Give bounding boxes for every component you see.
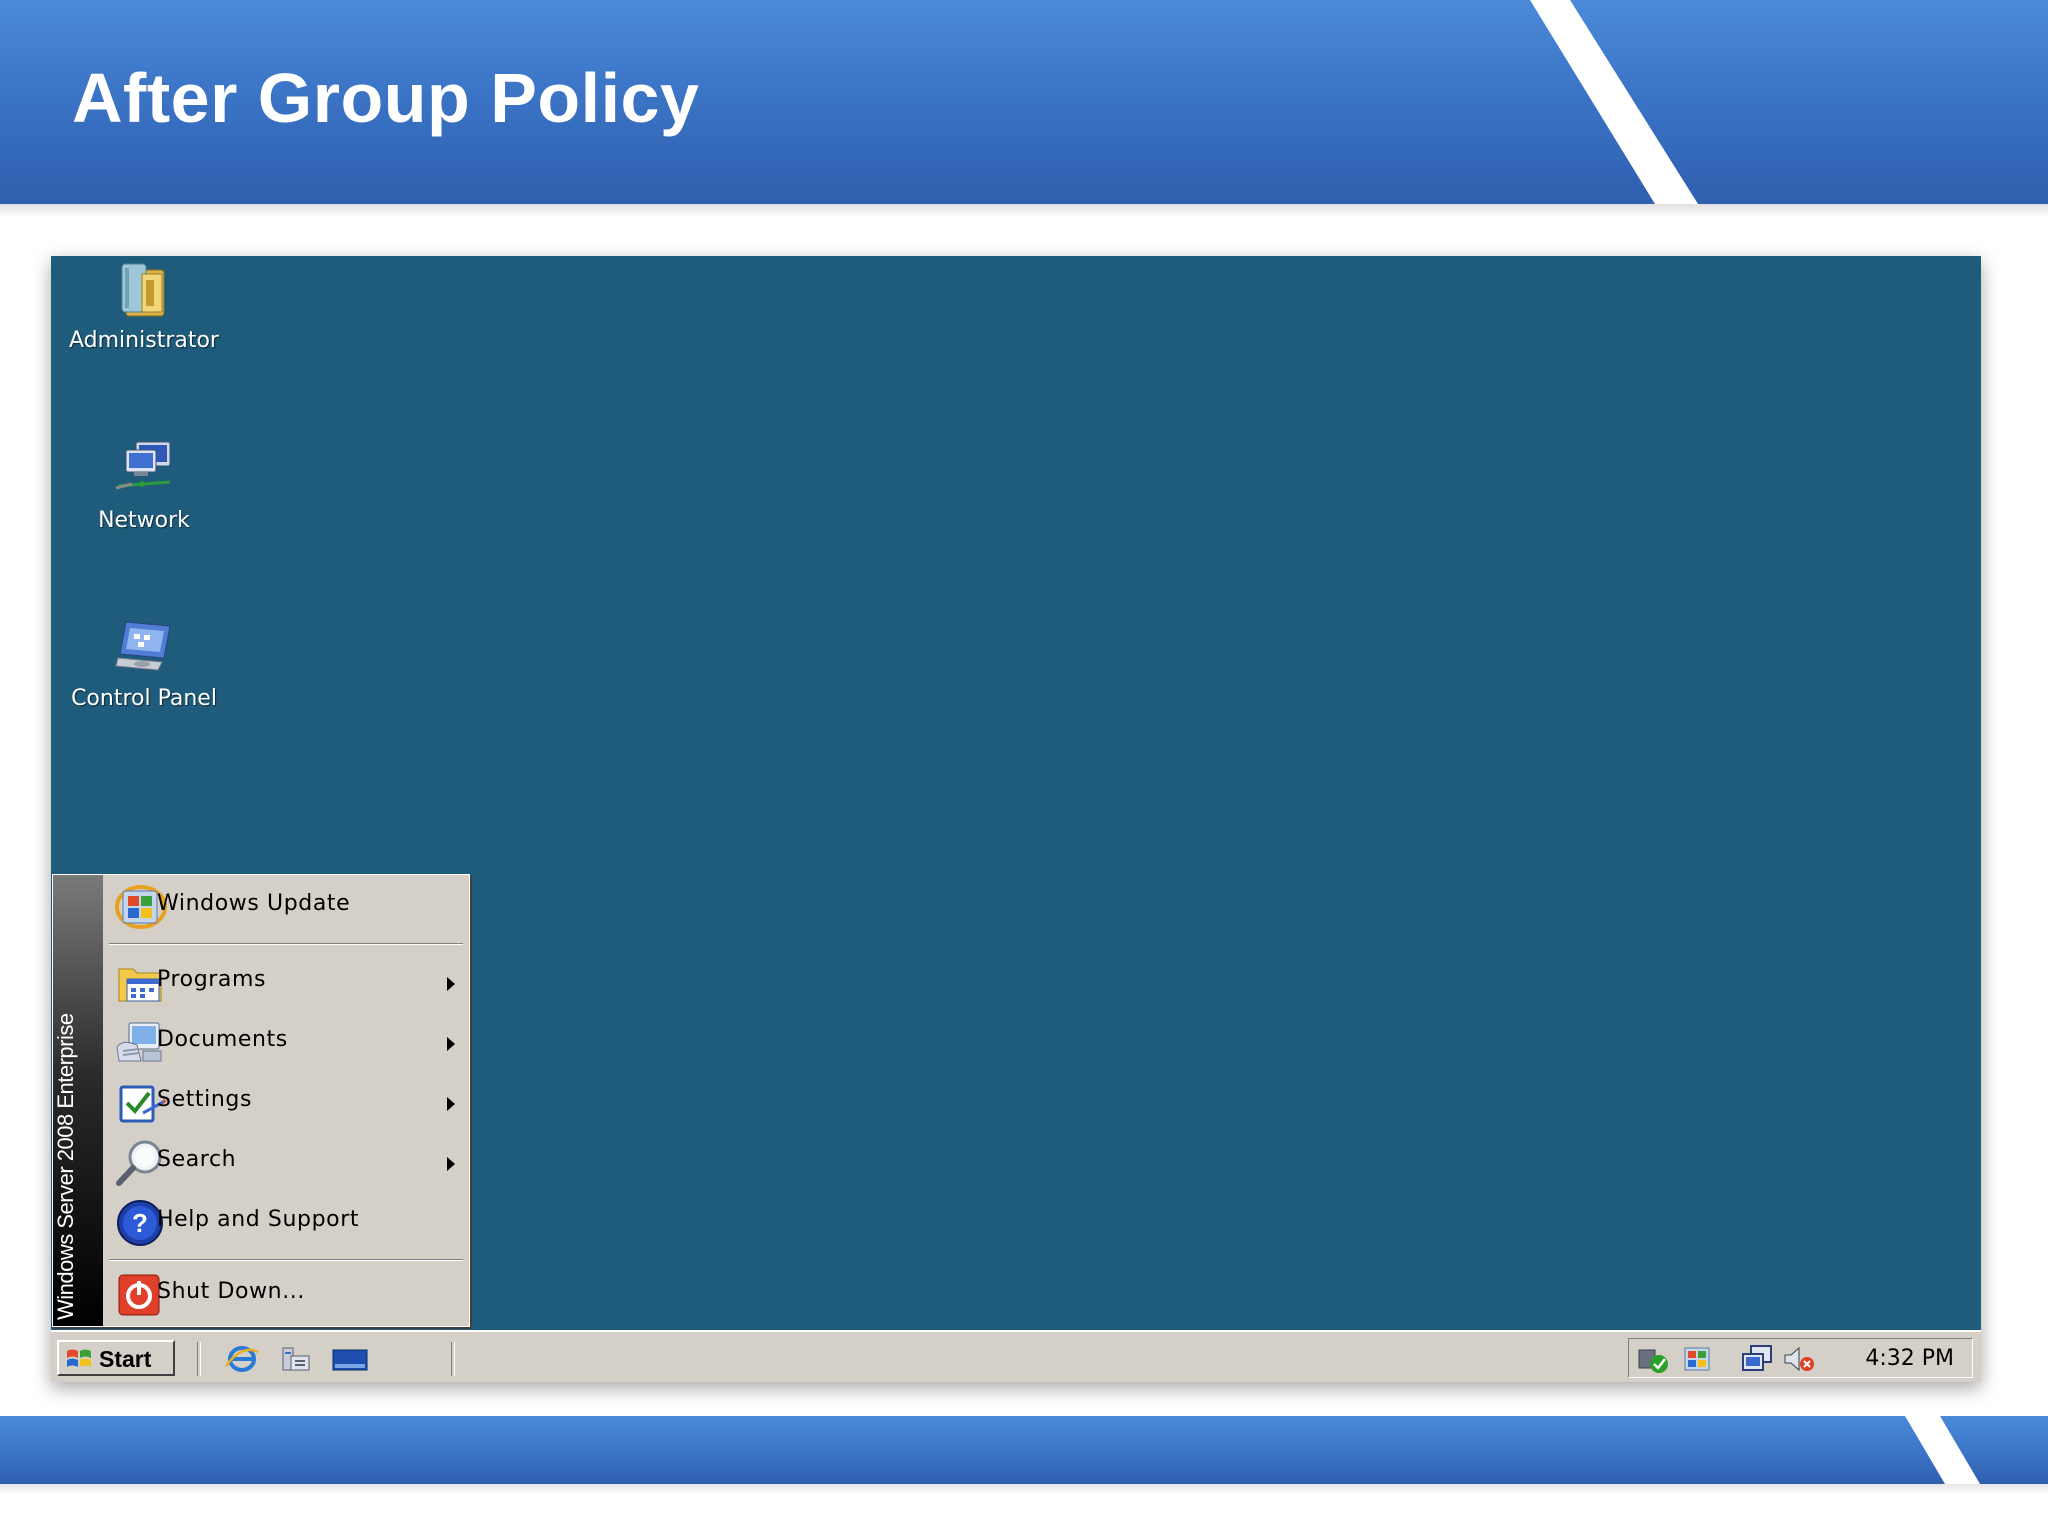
menu-item-programs[interactable]: Programs [105,953,467,1013]
menu-item-shut-down[interactable]: Shut Down... [105,1265,467,1325]
title-band-shadow [0,204,2048,218]
control-panel-icon [115,621,171,671]
system-tray: 4:32 PM [1628,1338,1973,1378]
slide-title: After Group Policy [72,59,700,137]
footer-band [0,1416,1945,1484]
footer-band-accent [1940,1416,2048,1484]
desktop[interactable]: Administrator Network Control Panel Wind… [51,256,1981,1382]
clock[interactable]: 4:32 PM [1865,1346,1954,1371]
submenu-arrow-icon [447,1097,455,1111]
menu-item-label: Settings [157,1087,253,1112]
title-band-accent [1570,0,2048,204]
footer-band-shadow [0,1484,2048,1494]
menu-item-windows-update[interactable]: Windows Update [105,877,467,937]
start-button[interactable]: Start [57,1340,175,1376]
windows-update-tray-icon[interactable] [1679,1344,1715,1374]
taskbar-divider [197,1342,201,1376]
server-manager-icon[interactable] [277,1344,315,1374]
start-menu: Windows Server 2008 Enterprise Windows U… [52,874,470,1327]
menu-item-label: Programs [157,967,267,992]
menu-item-documents[interactable]: Documents [105,1013,467,1073]
network-icon [115,441,171,490]
taskbar-divider [451,1342,455,1376]
menu-item-label: Help and Support [157,1207,360,1232]
desktop-icon-control-panel[interactable]: Control Panel [54,614,234,711]
desktop-icon-label: Network [98,508,190,533]
banner-text: Windows Server 2008 Enterprise [53,1013,78,1320]
show-desktop-icon[interactable] [331,1344,369,1374]
volume-muted-icon[interactable] [1781,1344,1817,1374]
windows-flag-icon [67,1349,91,1367]
internet-explorer-icon[interactable] [223,1344,261,1374]
menu-separator [109,1259,463,1261]
submenu-arrow-icon [447,1157,455,1171]
start-menu-banner: Windows Server 2008 Enterprise [53,875,103,1326]
submenu-arrow-icon [447,1037,455,1051]
security-status-icon[interactable] [1635,1344,1671,1374]
menu-item-label: Documents [157,1027,288,1052]
menu-separator [109,943,463,945]
submenu-arrow-icon [447,977,455,991]
menu-item-help[interactable]: ? Help and Support [105,1193,467,1253]
menu-item-label: Search [157,1147,237,1172]
start-label: Start [99,1346,152,1372]
menu-item-settings[interactable]: Settings [105,1073,467,1133]
user-folder-icon [121,263,165,317]
taskbar: Start 4:32 PM [51,1330,1981,1382]
network-tray-icon[interactable] [1739,1344,1775,1374]
desktop-icon-network[interactable]: Network [54,436,234,533]
menu-item-search[interactable]: Search [105,1133,467,1193]
desktop-icon-administrator[interactable]: Administrator [54,256,234,353]
svg-text:?: ? [132,1208,148,1238]
desktop-icon-label: Control Panel [71,686,217,711]
menu-item-label: Shut Down... [157,1279,305,1304]
menu-item-label: Windows Update [157,891,351,916]
desktop-icon-label: Administrator [69,328,219,353]
